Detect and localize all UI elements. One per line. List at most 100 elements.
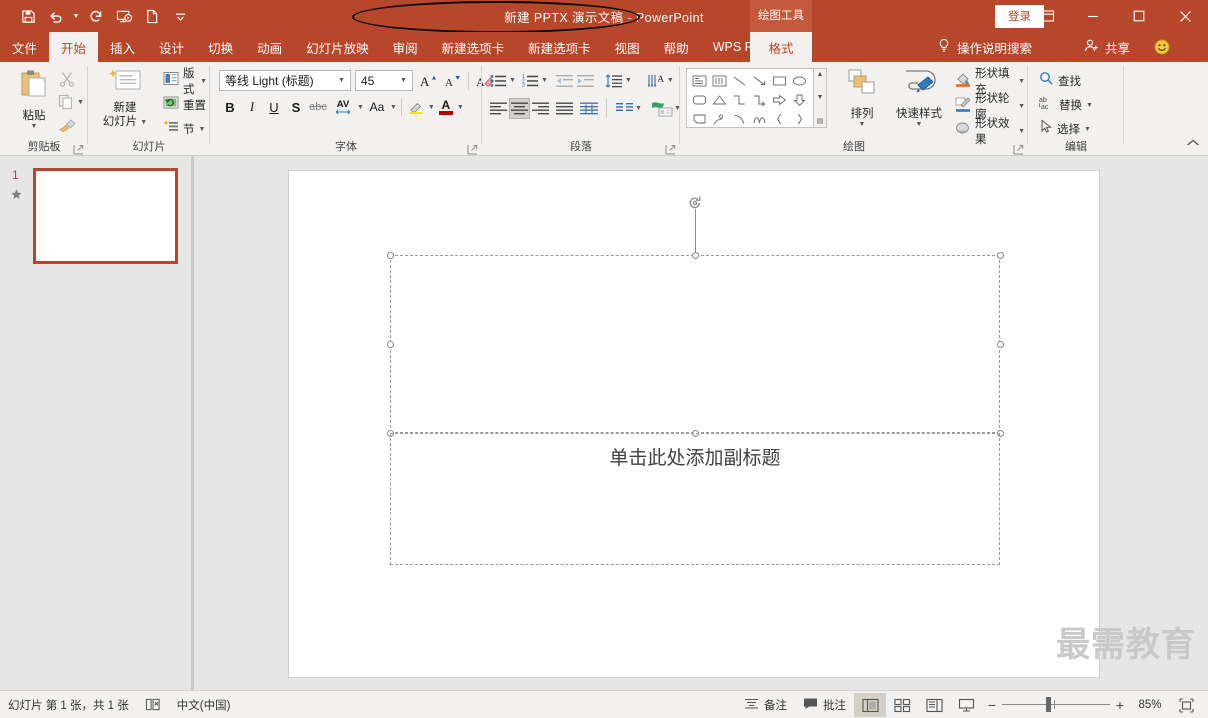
new-slide-button[interactable]: 新建 幻灯片 ▼ [94,68,156,129]
line-shape-icon[interactable] [729,71,749,90]
oval-shape-icon[interactable] [789,71,809,90]
rounded-rectangle-shape-icon[interactable] [689,90,709,109]
slide-thumbnail-1[interactable] [33,168,178,264]
tab-new-tab-1[interactable]: 新建选项卡 [430,32,517,62]
align-right-button[interactable] [530,98,551,119]
underline-button[interactable]: U [263,96,285,118]
columns-dropdown-icon[interactable]: ▼ [635,105,642,112]
left-brace-shape-icon[interactable] [769,109,789,128]
new-slide-dropdown-icon[interactable]: ▼ [140,119,147,126]
language-label[interactable]: 中文(中国) [169,691,239,718]
select-button[interactable]: 选择 ▼ [1036,118,1094,140]
character-spacing-dropdown-icon[interactable]: ▼ [357,104,364,111]
zoom-out-button[interactable]: − [982,697,1002,713]
triangle-shape-icon[interactable] [709,90,729,109]
tab-slideshow[interactable]: 幻灯片放映 [294,32,381,62]
zoom-slider-thumb[interactable] [1046,697,1051,712]
shape-outline-dropdown-icon[interactable]: ▼ [1018,103,1025,110]
shape-outline-button[interactable]: 形状轮廓 ▼ [952,93,1028,121]
undo-icon[interactable] [42,3,70,29]
shapes-gallery[interactable] [686,68,814,128]
ribbon-display-options-icon[interactable] [1026,0,1070,32]
slide-sorter-view-button[interactable] [886,693,918,717]
elbow-arrow-shape-icon[interactable] [749,90,769,109]
text-highlight-dropdown-icon[interactable]: ▼ [428,104,435,111]
slide-thumbnail-pane[interactable]: 1 [0,156,192,690]
paragraph-dialog-launcher[interactable] [665,142,676,155]
quick-styles-button[interactable]: 快速样式 ▼ [890,68,948,128]
bullets-dropdown-icon[interactable]: ▼ [509,77,516,84]
curve-shape-icon[interactable] [749,109,769,128]
quick-styles-dropdown-icon[interactable]: ▼ [916,121,923,128]
accessibility-check-icon[interactable] [137,691,169,718]
increase-indent-button[interactable] [575,70,596,91]
find-button[interactable]: 查找 [1036,70,1084,92]
bold-button[interactable]: B [219,96,241,118]
tab-format[interactable]: 格式 [750,32,812,62]
change-case-dropdown-icon[interactable]: ▼ [390,104,397,111]
zoom-in-button[interactable]: + [1110,697,1130,713]
arrange-dropdown-icon[interactable]: ▼ [859,121,866,128]
replace-dropdown-icon[interactable]: ▼ [1086,102,1093,109]
start-slideshow-icon[interactable] [110,3,138,29]
save-icon[interactable] [14,3,42,29]
character-spacing-button[interactable]: AV [329,96,357,118]
font-color-dropdown-icon[interactable]: ▼ [457,104,464,111]
selection-handle-mr[interactable] [996,340,1004,348]
shape-effects-dropdown-icon[interactable]: ▼ [1018,128,1025,135]
layout-dropdown-icon[interactable]: ▼ [200,78,207,85]
tab-transitions[interactable]: 切换 [196,32,245,62]
minimize-icon[interactable] [1070,0,1116,32]
selection-handle-tr[interactable] [996,251,1004,259]
shape-fill-dropdown-icon[interactable]: ▼ [1018,78,1025,85]
font-name-dropdown-icon[interactable]: ▼ [335,77,348,84]
reset-button[interactable]: 重置 [160,94,209,116]
zoom-level-label[interactable]: 85% [1130,699,1170,711]
align-center-button[interactable] [509,98,530,119]
normal-view-button[interactable] [854,693,886,717]
selection-handle-tl[interactable] [386,251,394,259]
italic-button[interactable]: I [241,96,263,118]
text-direction-button[interactable]: A [646,70,667,91]
numbering-dropdown-icon[interactable]: ▼ [541,77,548,84]
tab-file[interactable]: 文件 [0,32,49,62]
change-case-button[interactable]: Aa [364,96,390,118]
customize-qat-icon[interactable] [166,3,194,29]
tell-me-search[interactable]: 操作说明搜索 [937,32,1032,62]
paste-dropdown-icon[interactable]: ▼ [31,123,38,130]
reading-view-button[interactable] [918,693,950,717]
maximize-icon[interactable] [1116,0,1162,32]
drawing-dialog-launcher[interactable] [1013,142,1024,155]
decrease-indent-button[interactable] [554,70,575,91]
clipboard-dialog-launcher[interactable] [73,142,84,155]
section-button[interactable]: 节 ▼ [160,118,208,140]
collapse-ribbon-icon[interactable] [1186,135,1200,153]
fit-slide-to-window-button[interactable] [1170,693,1202,717]
font-size-dropdown-icon[interactable]: ▼ [397,77,410,84]
justify-button[interactable] [554,98,575,119]
layout-button[interactable]: 版式 ▼ [160,68,210,96]
line-spacing-dropdown-icon[interactable]: ▼ [625,77,632,84]
tab-review[interactable]: 审阅 [381,32,430,62]
tab-insert[interactable]: 插入 [98,32,147,62]
grow-font-button[interactable]: A [417,70,439,92]
arrow-shape-icon[interactable] [749,71,769,90]
close-icon[interactable] [1162,0,1208,32]
selection-handle-tc[interactable] [691,251,699,259]
subtitle-placeholder[interactable]: 单击此处添加副标题 [390,433,1000,565]
shapes-gallery-scrollbar[interactable]: ▲ ▼ ▤ [814,68,827,128]
folded-corner-shape-icon[interactable] [689,109,709,128]
font-size-combobox[interactable]: 45 ▼ [355,70,413,91]
arc-shape-icon[interactable] [729,109,749,128]
align-left-button[interactable] [488,98,509,119]
bullets-button[interactable] [488,70,509,91]
gallery-more-icon[interactable]: ▤ [817,117,824,125]
line-spacing-button[interactable] [604,70,625,91]
select-dropdown-icon[interactable]: ▼ [1084,126,1091,133]
slide-count-label[interactable]: 幻灯片 第 1 张，共 1 张 [0,691,137,718]
strikethrough-button[interactable]: abc [307,96,329,118]
slide-canvas[interactable]: 单击此处添加副标题 [288,170,1100,678]
right-arrow-shape-icon[interactable] [769,90,789,109]
convert-to-smartart-button[interactable] [650,98,674,119]
zoom-slider[interactable] [1002,695,1110,715]
